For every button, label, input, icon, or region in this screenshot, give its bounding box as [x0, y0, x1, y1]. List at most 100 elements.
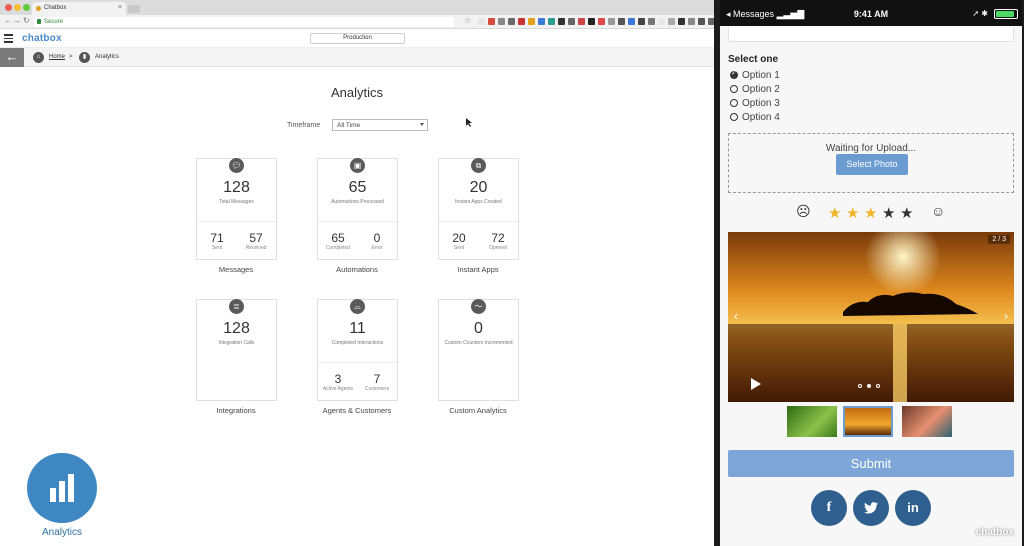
breadcrumb-current: Analytics: [95, 54, 120, 60]
happy-face-icon[interactable]: ☺: [931, 203, 945, 219]
close-tab-icon[interactable]: ×: [118, 4, 122, 11]
star-empty-icon[interactable]: ★: [882, 204, 895, 222]
radio-button-icon[interactable]: [730, 69, 738, 79]
star-filled-icon[interactable]: ★: [828, 204, 841, 222]
trend-line-icon: 〜: [471, 299, 486, 314]
stat-value: 20: [452, 231, 466, 245]
breadcrumb-home[interactable]: Home: [49, 54, 65, 60]
extension-icon[interactable]: [618, 18, 625, 25]
extension-icon[interactable]: [478, 18, 485, 25]
extension-icon[interactable]: [578, 18, 585, 25]
gallery-dot[interactable]: [876, 384, 880, 388]
radio-button-icon[interactable]: [730, 113, 738, 121]
analytics-card[interactable]: ≣ 128 Integration Calls: [196, 299, 277, 401]
app-header: chatbox Production: [0, 30, 714, 48]
analytics-card[interactable]: 〜 0 Custom Counters Incremented: [438, 299, 519, 401]
gallery-thumbnail-sunset[interactable]: [843, 406, 893, 437]
extension-icon[interactable]: [708, 18, 714, 25]
extension-icon[interactable]: [628, 18, 635, 25]
address-text: Secure: [44, 19, 64, 25]
back-button[interactable]: ←: [0, 48, 24, 67]
extension-icon[interactable]: [558, 18, 565, 25]
extension-icon[interactable]: [608, 18, 615, 25]
stat-label: Sent: [453, 245, 465, 251]
chat-bubble-icon: 💬︎: [229, 158, 244, 173]
extension-icon[interactable]: [668, 18, 675, 25]
gallery-prev-icon[interactable]: ‹: [734, 309, 738, 323]
card-title: Messages: [218, 265, 254, 274]
radio-button-icon[interactable]: [730, 99, 738, 107]
extension-icon[interactable]: [638, 18, 645, 25]
extension-icon[interactable]: [548, 18, 555, 25]
star-filled-icon[interactable]: ★: [846, 204, 859, 222]
radio-option[interactable]: Option 3: [730, 98, 780, 110]
analytics-card[interactable]: ▣ 65 Automations Processed 65 Completed 0 Erro…: [317, 158, 398, 260]
bookmark-star-icon[interactable]: ☆: [464, 16, 471, 25]
extension-icon[interactable]: [698, 18, 705, 25]
card-caption: Integration Calls: [218, 340, 255, 346]
stat-label: Completed: [325, 245, 351, 251]
gallery-thumbnail-coast[interactable]: [902, 406, 952, 437]
gallery-dot-active[interactable]: [867, 384, 871, 388]
select-photo-button[interactable]: Select Photo: [836, 154, 908, 175]
photo-upload-area[interactable]: Waiting for Upload... Select Photo: [728, 133, 1014, 193]
breadcrumb-separator: >: [69, 54, 73, 60]
back-arrow-icon[interactable]: ←: [4, 16, 12, 25]
radio-button-icon[interactable]: [730, 85, 738, 93]
card-value: 0: [474, 320, 483, 337]
extension-icon[interactable]: [678, 18, 685, 25]
extension-icon[interactable]: [598, 18, 605, 25]
extension-icon[interactable]: [508, 18, 515, 25]
radio-option[interactable]: Option 1: [730, 69, 780, 82]
favicon-icon: [36, 6, 41, 11]
gallery-dot[interactable]: [858, 384, 862, 388]
extension-icon[interactable]: [568, 18, 575, 25]
extension-icon[interactable]: [488, 18, 495, 25]
browser-tab-bar: Chatbox ×: [0, 0, 714, 15]
timeframe-select[interactable]: All Time: [332, 119, 428, 131]
twitter-glyph-icon: [864, 502, 878, 514]
new-tab-button[interactable]: [128, 5, 140, 13]
extension-icon[interactable]: [688, 18, 695, 25]
gallery-next-icon[interactable]: ›: [1004, 309, 1008, 323]
analytics-card[interactable]: 💬︎ 128 Total Messages 71 Sent 57 Received: [196, 158, 277, 260]
card-title: Instant Apps: [457, 265, 499, 274]
analytics-card[interactable]: ⌓ 11 Completed Interactions 3 Active Agents 7…: [317, 299, 398, 401]
sad-face-icon[interactable]: ☹: [796, 203, 811, 220]
play-icon[interactable]: [751, 378, 761, 390]
analytics-card[interactable]: ⧉ 20 Instant Apps Created 20 Sent 72 Opened: [438, 158, 519, 260]
maximize-window-icon[interactable]: [23, 4, 30, 11]
linkedin-icon[interactable]: in: [895, 490, 931, 526]
upload-status: Waiting for Upload...: [825, 143, 917, 154]
extension-icon[interactable]: [538, 18, 545, 25]
card-value: 11: [349, 320, 366, 337]
page-title: Analytics: [330, 85, 384, 100]
twitter-bird-icon[interactable]: [853, 490, 889, 526]
star-empty-icon[interactable]: ★: [900, 204, 913, 222]
extension-icon[interactable]: [528, 18, 535, 25]
extension-icon[interactable]: [658, 18, 665, 25]
radio-option[interactable]: Option 2: [730, 84, 780, 96]
stat-label: Opened: [489, 245, 507, 251]
extension-icon[interactable]: [648, 18, 655, 25]
star-filled-icon[interactable]: ★: [864, 204, 877, 222]
stat-label: Customers: [364, 386, 390, 392]
gallery-main-image[interactable]: 2 / 3 ‹ ›: [728, 232, 1014, 402]
previous-field[interactable]: [728, 27, 1014, 42]
home-icon[interactable]: ⌂: [33, 52, 44, 63]
minimize-window-icon[interactable]: [14, 4, 21, 11]
close-window-icon[interactable]: [5, 4, 12, 11]
facebook-icon[interactable]: f: [811, 490, 847, 526]
submit-button[interactable]: Submit: [728, 450, 1014, 477]
extension-icon[interactable]: [498, 18, 505, 25]
gallery-thumbnail-grass[interactable]: [787, 406, 837, 437]
extension-icon[interactable]: [518, 18, 525, 25]
extension-icon[interactable]: [588, 18, 595, 25]
reload-icon[interactable]: ↻: [23, 16, 30, 25]
address-bar[interactable]: Secure: [34, 17, 454, 27]
radio-option[interactable]: Option 4: [730, 112, 780, 124]
browser-tab[interactable]: Chatbox ×: [32, 2, 126, 15]
forward-arrow-icon[interactable]: →: [13, 16, 21, 25]
menu-icon[interactable]: [4, 34, 13, 43]
environment-selector[interactable]: Production: [310, 33, 405, 44]
